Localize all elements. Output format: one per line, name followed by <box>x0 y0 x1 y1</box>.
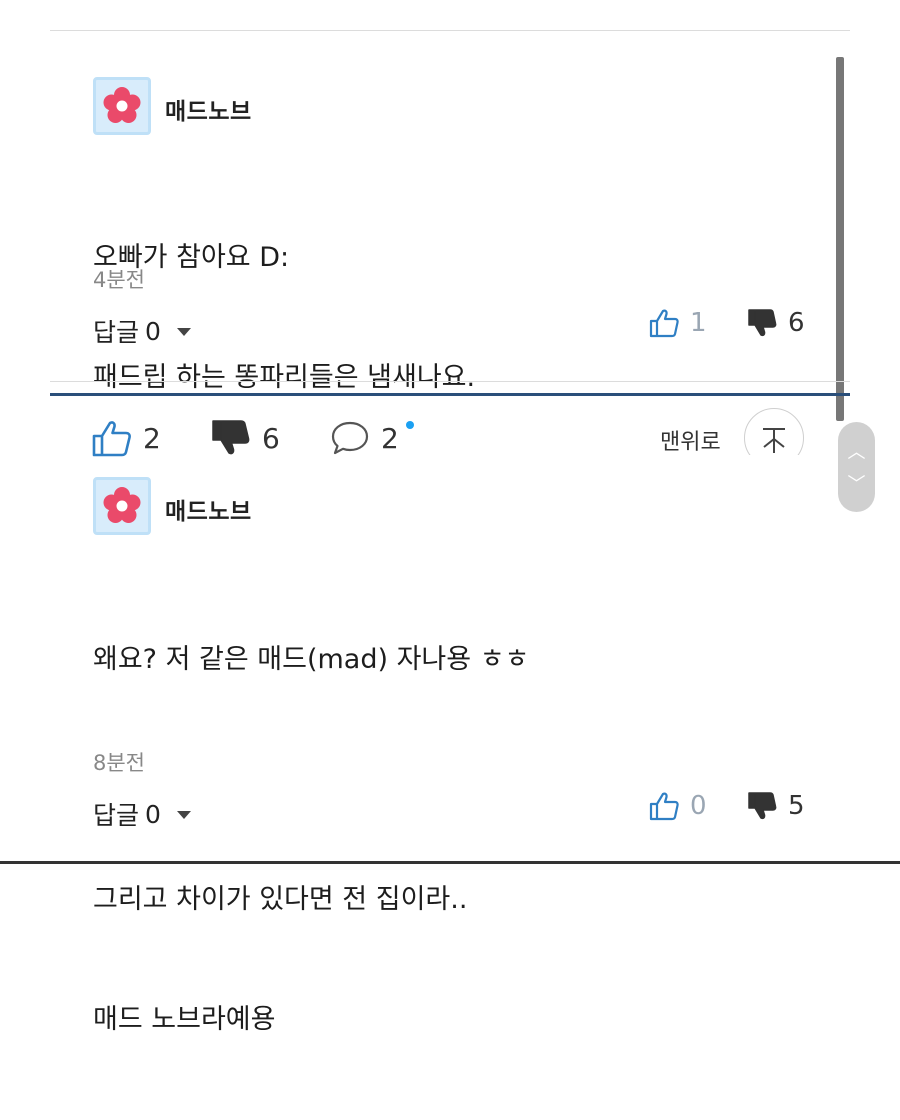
new-comment-dot <box>406 421 414 429</box>
reply-count: 0 <box>145 316 161 346</box>
toolbar-dislike-count: 6 <box>262 421 280 455</box>
toolbar-comment-button[interactable]: 2 <box>329 418 399 458</box>
comment-line: 그리고 차이가 있다면 전 집이라.. <box>93 884 468 915</box>
comment-time: 4분전 <box>93 268 146 292</box>
reply-toggle[interactable]: 답글 0 <box>93 313 191 349</box>
thumbs-down-icon <box>748 309 777 337</box>
toolbar-accent-bar <box>50 393 850 396</box>
to-top-label[interactable]: 맨위로 <box>660 424 721 456</box>
comment-time: 8분전 <box>93 751 146 775</box>
like-count: 1 <box>690 308 707 338</box>
flower-icon <box>103 487 141 523</box>
comment-line: 왜요? 저 같은 매드(mad) 자나용 ㅎㅎ <box>93 644 530 675</box>
comment-line: 매드 노브라예용 <box>93 1004 276 1035</box>
toolbar-comment-count: 2 <box>381 421 399 455</box>
thumbs-down-icon <box>212 420 250 455</box>
thumbs-up-icon <box>92 421 131 457</box>
reply-label: 답글 <box>93 318 140 347</box>
comment-line: 오빠가 참아요 D: <box>93 242 290 273</box>
dislike-button[interactable]: 6 <box>746 307 805 339</box>
toolbar-like-count: 2 <box>143 421 161 455</box>
comment-line <box>93 760 529 800</box>
speech-bubble-icon <box>331 421 369 455</box>
toolbar-like-button[interactable]: 2 <box>91 418 161 458</box>
thumbs-down-icon <box>748 792 777 820</box>
caret-down-icon <box>176 328 191 336</box>
reply-toggle[interactable]: 답글 0 <box>93 796 191 832</box>
top-divider <box>50 30 850 31</box>
like-button[interactable]: 0 <box>648 790 707 822</box>
like-button[interactable]: 1 <box>648 307 707 339</box>
scrollbar[interactable] <box>836 57 844 421</box>
reply-count: 0 <box>145 799 161 829</box>
flower-icon <box>103 87 141 123</box>
chevron-down-icon[interactable]: ﹀ <box>838 470 875 496</box>
chevron-up-icon[interactable]: ︿ <box>838 438 875 464</box>
scroll-pager[interactable]: ︿ ﹀ <box>838 422 875 512</box>
dislike-count: 5 <box>788 791 805 821</box>
avatar[interactable] <box>93 477 151 535</box>
reply-label: 답글 <box>93 801 140 830</box>
dislike-count: 6 <box>788 308 805 338</box>
comment-author[interactable]: 매드노브 <box>165 492 252 526</box>
toolbar-mask <box>700 455 830 475</box>
comment-author[interactable]: 매드노브 <box>165 92 252 126</box>
comment-divider <box>50 381 850 382</box>
thumbs-up-icon <box>649 309 679 338</box>
comment-body: 왜요? 저 같은 매드(mad) 자나용 ㅎㅎ 그리고 차이가 있다면 전 집이… <box>93 560 529 1120</box>
toolbar-dislike-button[interactable]: 6 <box>210 418 280 458</box>
like-count: 0 <box>690 791 707 821</box>
avatar[interactable] <box>93 77 151 135</box>
thumbs-up-icon <box>649 792 679 821</box>
comment-line: 패드립 하는 똥파리들은 냄새나요. <box>93 362 476 393</box>
caret-down-icon <box>176 811 191 819</box>
dislike-button[interactable]: 5 <box>746 790 805 822</box>
